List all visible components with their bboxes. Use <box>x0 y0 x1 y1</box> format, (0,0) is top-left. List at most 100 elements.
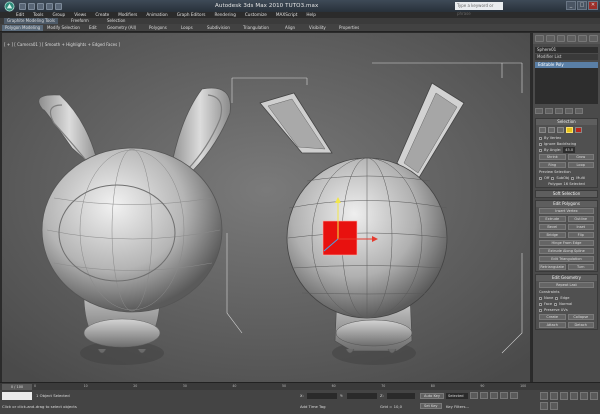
constraint-none-radio[interactable] <box>539 296 542 300</box>
constraint-normal-radio[interactable] <box>554 302 558 306</box>
set-key-button[interactable]: Set Key <box>420 403 442 409</box>
shrink-button[interactable]: Shrink <box>539 154 566 160</box>
selected-dropdown[interactable]: Selected <box>446 393 468 399</box>
by-angle-value[interactable]: 45.0 <box>563 147 576 153</box>
menu-rendering[interactable]: Rendering <box>214 11 235 18</box>
constraint-face-radio[interactable] <box>539 302 542 306</box>
attach-button[interactable]: Attach <box>539 322 566 328</box>
turn-button[interactable]: Turn <box>567 264 594 270</box>
menu-modifiers[interactable]: Modifiers <box>118 11 137 18</box>
ribbon-align[interactable]: Align <box>282 25 298 31</box>
extrude-button[interactable]: Extrude <box>539 216 566 222</box>
menu-animation[interactable]: Animation <box>146 11 167 18</box>
maximize-button[interactable]: □ <box>577 1 587 10</box>
detach-button[interactable]: Detach <box>567 322 594 328</box>
ribbon-edit[interactable]: Edit <box>86 25 100 31</box>
menu-edit[interactable]: Edit <box>16 11 24 18</box>
repeat-last-button[interactable]: Repeat Last <box>539 282 594 288</box>
zoom-extents-icon[interactable] <box>560 392 568 400</box>
menu-customize[interactable]: Customize <box>245 11 267 18</box>
element-level-icon[interactable] <box>575 127 582 133</box>
save-file-icon[interactable] <box>37 2 44 10</box>
bevel-button[interactable]: Bevel <box>539 224 566 230</box>
vertex-level-icon[interactable] <box>539 127 546 133</box>
collapse-button[interactable]: Collapse <box>567 314 594 320</box>
display-tab-icon[interactable] <box>578 35 588 42</box>
menu-graph-editors[interactable]: Graph Editors <box>177 11 206 18</box>
open-file-icon[interactable] <box>28 2 35 10</box>
redo-icon[interactable] <box>55 2 62 10</box>
utilities-tab-icon[interactable] <box>589 35 598 42</box>
border-level-icon[interactable] <box>557 127 564 133</box>
auto-key-button[interactable]: Auto Key <box>420 393 445 399</box>
preserve-uvs-checkbox[interactable] <box>539 308 542 312</box>
menu-maxscript[interactable]: MAXScript <box>276 11 298 18</box>
flip-button[interactable]: Flip <box>567 232 594 238</box>
by-angle-checkbox[interactable] <box>539 148 542 152</box>
grow-button[interactable]: Grow <box>567 154 594 160</box>
maxscript-listener[interactable] <box>2 392 32 400</box>
track-bar[interactable]: 0 / 100 0 10 20 30 40 50 60 70 80 90 100 <box>0 382 600 390</box>
minimize-button[interactable]: _ <box>566 1 576 10</box>
viewport-label[interactable]: [ + ] [ Camera01 ] [ Smooth + Highlights… <box>4 42 120 47</box>
ignore-backfacing-checkbox[interactable] <box>539 142 542 146</box>
modifier-list-dropdown[interactable]: Modifier List <box>535 54 598 60</box>
retriangulate-button[interactable]: Retriangulate <box>539 264 566 270</box>
preview-off-radio[interactable] <box>539 176 542 180</box>
selected-polygon[interactable] <box>322 220 358 256</box>
extrude-along-spline-button[interactable]: Extrude Along Spline <box>539 248 594 254</box>
constraint-edge-radio[interactable] <box>555 296 559 300</box>
field-of-view-icon[interactable] <box>580 392 588 400</box>
make-unique-icon[interactable] <box>555 108 563 114</box>
by-vertex-checkbox[interactable] <box>539 136 542 140</box>
menu-tools[interactable]: Tools <box>33 11 43 18</box>
maximize-viewport-icon[interactable] <box>550 402 558 410</box>
menu-help[interactable]: Help <box>306 11 316 18</box>
edge-level-icon[interactable] <box>548 127 555 133</box>
ribbon-properties[interactable]: Properties <box>336 25 362 31</box>
pin-stack-icon[interactable] <box>535 108 543 114</box>
zoom-all-icon[interactable] <box>550 392 558 400</box>
ribbon-triangulation[interactable]: Triangulation <box>240 25 272 31</box>
next-frame-icon[interactable] <box>500 392 508 399</box>
pan-icon[interactable] <box>590 392 598 400</box>
ribbon-polygons[interactable]: Polygons <box>146 25 170 31</box>
previous-frame-icon[interactable] <box>480 392 488 399</box>
preview-multi-radio[interactable] <box>571 176 575 180</box>
ribbon-modify-selection[interactable]: Modify Selection <box>44 25 83 31</box>
ribbon-polygon-modeling[interactable]: Polygon Modeling <box>2 25 44 31</box>
key-filters-button[interactable]: Key Filters... <box>446 404 469 409</box>
stack-item-editable-poly[interactable]: Editable Poly <box>535 62 598 68</box>
perspective-viewport[interactable] <box>2 33 530 382</box>
ribbon-geometry-all[interactable]: Geometry (All) <box>104 25 139 31</box>
hinge-from-edge-button[interactable]: Hinge From Edge <box>539 240 594 246</box>
orbit-icon[interactable] <box>540 402 548 410</box>
new-file-icon[interactable] <box>19 2 26 10</box>
close-button[interactable]: ✕ <box>588 1 598 10</box>
create-tab-icon[interactable] <box>535 35 544 42</box>
menu-views[interactable]: Views <box>74 11 86 18</box>
edit-triangulation-button[interactable]: Edit Triangulation <box>539 256 594 262</box>
add-time-tag[interactable]: Add Time Tag <box>300 404 325 409</box>
menu-group[interactable]: Group <box>52 11 65 18</box>
remove-modifier-icon[interactable] <box>565 108 573 114</box>
object-name-field[interactable]: Sphere01 <box>535 47 598 53</box>
insert-vertex-button[interactable]: Insert Vertex <box>539 208 594 214</box>
ribbon-loops[interactable]: Loops <box>178 25 196 31</box>
show-end-result-icon[interactable] <box>545 108 553 114</box>
ring-button[interactable]: Ring <box>539 162 566 168</box>
outline-button[interactable]: Outline <box>567 216 594 222</box>
modify-tab-icon[interactable] <box>545 35 555 42</box>
configure-sets-icon[interactable] <box>575 108 583 114</box>
ribbon-visibility[interactable]: Visibility <box>306 25 329 31</box>
zoom-icon[interactable] <box>540 392 548 400</box>
play-icon[interactable] <box>490 392 498 399</box>
create-button[interactable]: Create <box>539 314 566 320</box>
bridge-button[interactable]: Bridge <box>539 232 566 238</box>
polygon-level-icon[interactable] <box>566 127 573 133</box>
soft-selection-header[interactable]: Soft Selection <box>536 191 597 197</box>
undo-icon[interactable] <box>46 2 53 10</box>
preview-subobj-radio[interactable] <box>551 176 555 180</box>
x-coordinate-field[interactable] <box>307 393 337 399</box>
menu-create[interactable]: Create <box>95 11 109 18</box>
